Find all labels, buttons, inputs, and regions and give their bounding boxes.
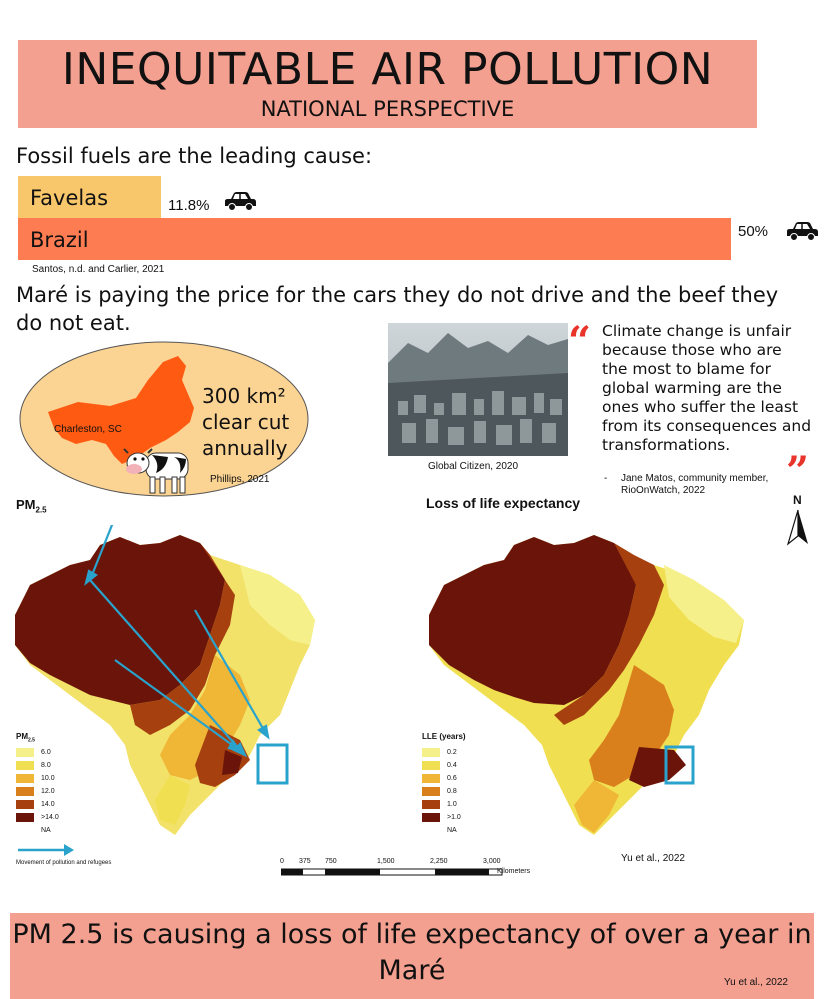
bar-brazil: [18, 218, 731, 260]
clearcut-text: 300 km² clear cut annually: [202, 383, 289, 461]
pm-legend-item: >14.0: [16, 811, 59, 824]
scale-bar-graphic: [281, 868, 503, 876]
lle-legend-item: 0.6: [422, 772, 461, 785]
north-arrow-icon: [786, 509, 808, 546]
legend-swatch: [16, 748, 34, 757]
legend-swatch: [16, 787, 34, 796]
open-quote-icon: “: [568, 318, 592, 365]
quote-dash: -: [604, 473, 608, 484]
rio-photo: [388, 323, 568, 456]
scale-tick: 375: [299, 858, 311, 865]
scale-tick: 3,000: [483, 858, 501, 865]
lle-legend-na: NA: [447, 827, 457, 834]
clearcut-line-2: clear cut: [202, 410, 290, 434]
scale-tick: 0: [280, 858, 284, 865]
fossil-source: Santos, n.d. and Carlier, 2021: [32, 264, 165, 275]
quote-attribution: Jane Matos, community member, RioOnWatch…: [621, 473, 769, 496]
fossil-lead: Fossil fuels are the leading cause:: [16, 144, 373, 168]
scale-tick: 1,500: [377, 858, 395, 865]
pm-legend: 6.0 8.0 10.0 12.0 14.0 >14.0 NA: [16, 746, 59, 837]
legend-swatch: [16, 813, 34, 822]
car-icon: [225, 192, 256, 211]
arrow-legend-label: Movement of pollution and refugees: [16, 860, 112, 866]
pm-legend-title: PM2.5: [16, 732, 35, 744]
bar-brazil-label: Brazil: [30, 228, 89, 252]
legend-swatch: [16, 800, 34, 809]
lle-map-title: Loss of life expectancy: [426, 495, 581, 511]
scale-unit: Kilometers: [497, 868, 531, 875]
city-label: Charleston, SC: [54, 424, 122, 435]
pm-legend-item: 12.0: [16, 785, 59, 798]
legend-swatch: [422, 774, 440, 783]
close-quote-icon: ”: [786, 448, 810, 495]
cow-icon: [123, 448, 189, 494]
north-label: N: [793, 493, 802, 507]
pm-legend-item: 8.0: [16, 759, 59, 772]
legend-swatch: [422, 787, 440, 796]
car-icon: [787, 222, 818, 241]
quote-text: Climate change is unfair because those w…: [602, 322, 812, 454]
lle-legend-title: LLE (years): [422, 732, 466, 741]
page-title: INEQUITABLE AIR POLLUTION: [61, 44, 714, 95]
lle-legend-item: 1.0: [422, 798, 461, 811]
bar-brazil-value: 50%: [738, 223, 769, 240]
pm-legend-item: 10.0: [16, 772, 59, 785]
page-subtitle: NATIONAL PERSPECTIVE: [260, 97, 515, 121]
scale-tick: 750: [325, 858, 337, 865]
maps-source: Yu et al., 2022: [621, 853, 685, 864]
photo-caption: Global Citizen, 2020: [428, 461, 519, 472]
scale-bar: 0 375 750 1,500 2,250 3,000: [275, 858, 505, 878]
legend-swatch: [16, 761, 34, 770]
scale-tick: 2,250: [430, 858, 448, 865]
legend-swatch: [422, 761, 440, 770]
pm-legend-item: 6.0: [16, 746, 59, 759]
lle-map: [429, 535, 744, 835]
bar-favelas-value: 11.8%: [168, 197, 210, 214]
lle-legend-item: 0.8: [422, 785, 461, 798]
pm-legend-item: 14.0: [16, 798, 59, 811]
lle-legend-item: 0.4: [422, 759, 461, 772]
legend-swatch: [422, 800, 440, 809]
footer-source: Yu et al., 2022: [724, 977, 788, 988]
lle-legend-item: 0.2: [422, 746, 461, 759]
movement-arrow-icon: [18, 844, 74, 856]
bubble-source: Phillips, 2021: [210, 474, 270, 485]
clearcut-line-1: 300 km²: [202, 384, 286, 408]
legend-swatch: [422, 813, 440, 822]
pm-legend-na: NA: [41, 827, 51, 834]
lle-legend: 0.2 0.4 0.6 0.8 1.0 >1.0 NA: [422, 746, 461, 837]
legend-swatch: [16, 774, 34, 783]
bar-favelas-label: Favelas: [30, 186, 109, 210]
footer-text: PM 2.5 is causing a loss of life expecta…: [12, 919, 812, 986]
legend-swatch: [422, 748, 440, 757]
pm-map-title: PM2.5: [16, 497, 47, 515]
lle-legend-item: >1.0: [422, 811, 461, 824]
clearcut-line-3: annually: [202, 436, 288, 460]
